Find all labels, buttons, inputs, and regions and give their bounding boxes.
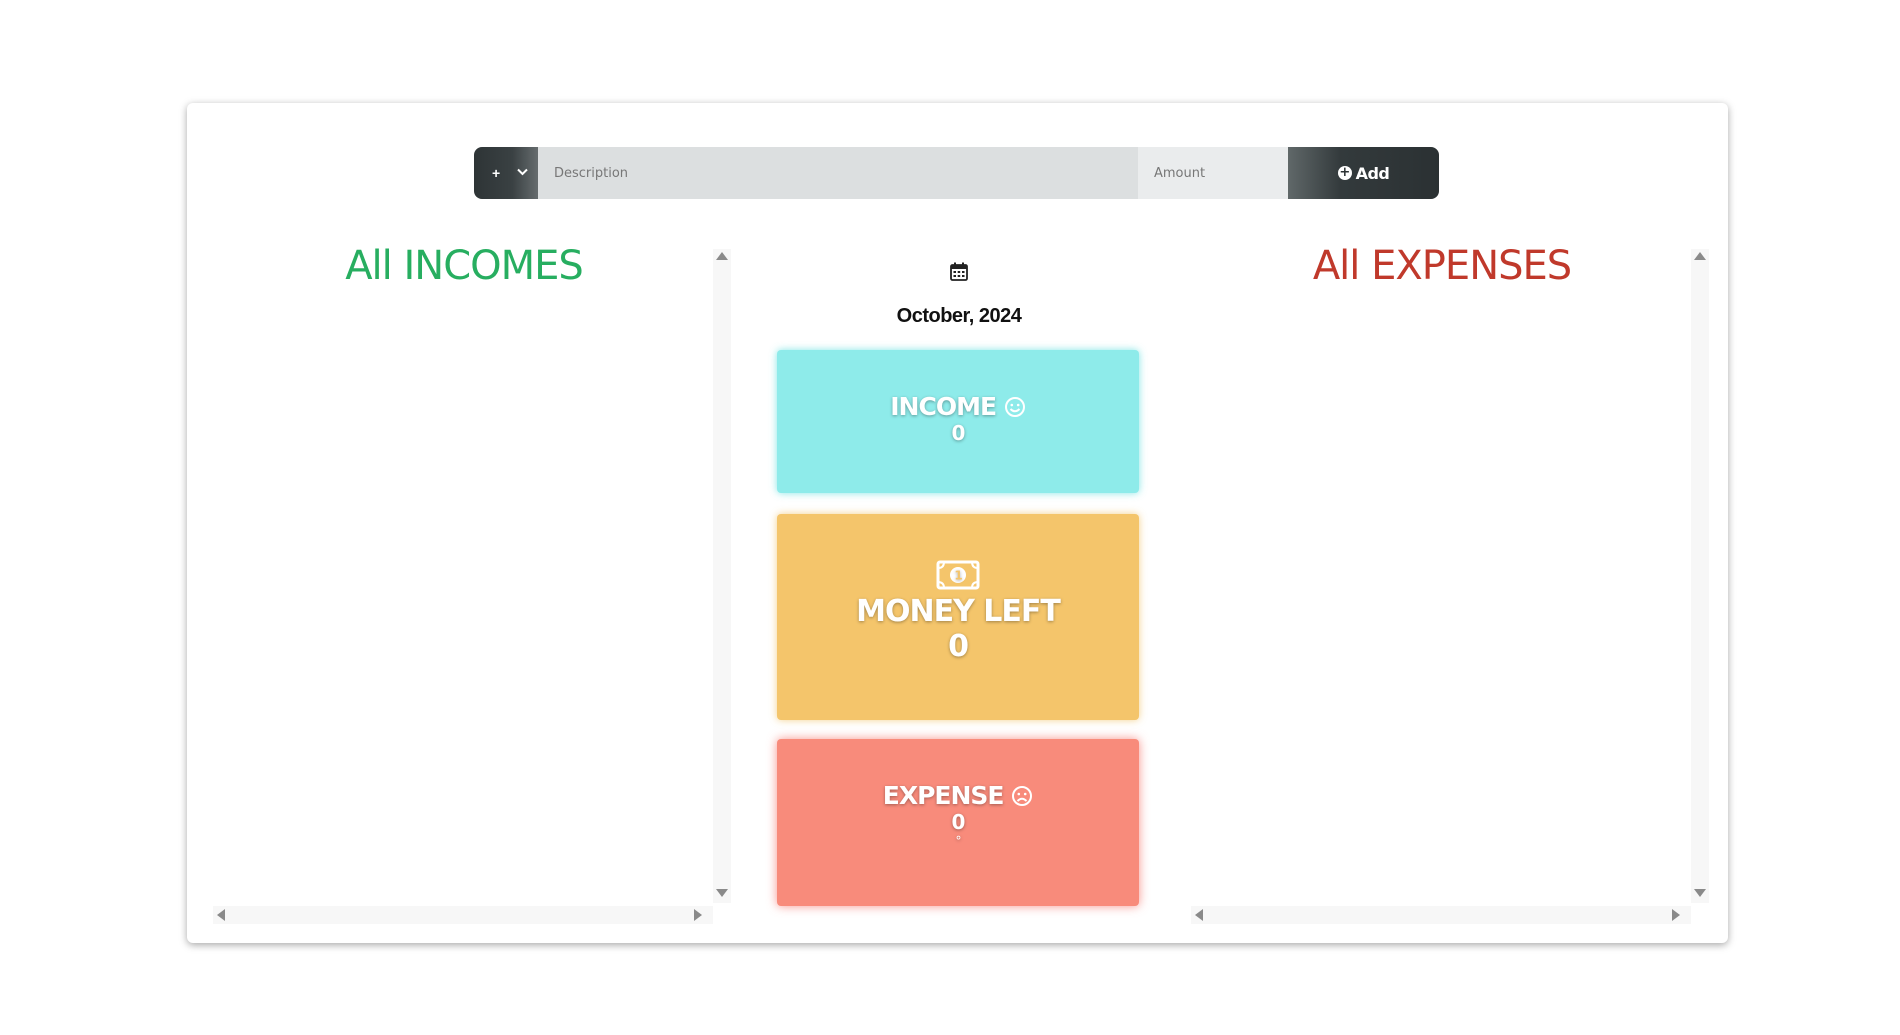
chevron-down-icon (517, 167, 528, 179)
scroll-up-arrow-icon[interactable] (716, 252, 728, 260)
money-left-value: 0 (948, 629, 969, 664)
banknote-icon: 1 (936, 560, 980, 590)
expense-label-row: EXPENSE (777, 781, 1139, 810)
description-input[interactable] (538, 147, 1138, 199)
income-value: 0 (951, 421, 966, 445)
money-left-summary-tile: 1 MONEY LEFT 0 (777, 514, 1139, 720)
amount-input[interactable] (1138, 147, 1288, 199)
money-left-label: MONEY LEFT (856, 594, 1061, 629)
scroll-right-arrow-icon[interactable] (1672, 909, 1680, 921)
income-label-row: INCOME (777, 392, 1139, 421)
add-button-label: Add (1355, 163, 1390, 183)
scroll-up-arrow-icon[interactable] (1694, 252, 1706, 260)
type-select-value: + (492, 165, 501, 181)
expenses-vertical-scrollbar[interactable] (1691, 249, 1709, 903)
incomes-vertical-scrollbar[interactable] (713, 249, 731, 903)
expense-label: EXPENSE (882, 781, 1005, 810)
scroll-left-arrow-icon[interactable] (217, 909, 225, 921)
budget-app-card: + + Add All INCOMES October, 2024 (187, 103, 1728, 943)
expenses-horizontal-scrollbar[interactable] (1191, 906, 1691, 924)
svg-text:1: 1 (954, 569, 962, 583)
expense-summary-tile: EXPENSE 0 ° (777, 739, 1139, 906)
scroll-down-arrow-icon[interactable] (1694, 889, 1706, 897)
calendar-icon (950, 262, 968, 281)
type-select[interactable]: + (474, 147, 538, 199)
scroll-down-arrow-icon[interactable] (716, 889, 728, 897)
current-month-label: October, 2024 (896, 305, 1022, 327)
scroll-right-arrow-icon[interactable] (694, 909, 702, 921)
plus-circle-icon: + (1337, 165, 1352, 180)
frown-icon (1012, 786, 1033, 806)
expense-value: 0 (951, 810, 966, 834)
scroll-left-arrow-icon[interactable] (1195, 909, 1203, 921)
incomes-horizontal-scrollbar[interactable] (213, 906, 713, 924)
add-button[interactable]: + Add (1288, 147, 1439, 199)
smile-icon (1004, 397, 1025, 417)
expense-note: ° (955, 834, 962, 848)
income-label: INCOME (890, 392, 997, 421)
income-summary-tile: INCOME 0 (777, 350, 1139, 493)
expenses-title: All EXPENSES (1312, 243, 1572, 289)
entry-bar: + + Add (474, 147, 1439, 199)
incomes-title: All INCOMES (345, 243, 584, 289)
